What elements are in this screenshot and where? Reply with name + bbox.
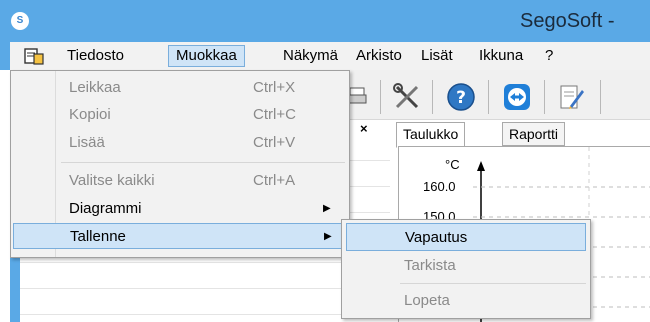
tab-taulukko[interactable]: Taulukko [396, 122, 466, 148]
help-icon[interactable]: ? [442, 80, 480, 114]
tools-icon[interactable] [388, 80, 426, 114]
menu-item-shortcut: Ctrl+V [253, 134, 296, 151]
document-help-icon[interactable] [24, 47, 44, 65]
menu-item-label: Lisää [69, 134, 105, 151]
menu-nakyma[interactable]: Näkymä [276, 45, 345, 67]
submenu-item-label: Tarkista [404, 257, 456, 274]
edit-document-icon[interactable] [552, 80, 590, 114]
menu-item-diagrammi[interactable]: Diagrammi ▶ [13, 196, 347, 222]
row-divider [20, 262, 390, 263]
menu-item-label: Leikkaa [69, 79, 121, 96]
menu-help[interactable]: ? [538, 45, 560, 67]
y-axis-unit: °C [445, 157, 460, 172]
menu-bar: Tiedosto Muokkaa Näkymä Arkisto Lisät Ik… [0, 42, 650, 70]
toolbar-separator [432, 80, 433, 114]
submenu-item-label: Lopeta [404, 292, 450, 309]
svg-text:?: ? [456, 88, 466, 108]
toolbar-separator [544, 80, 545, 114]
menu-separator [400, 283, 586, 284]
menu-muokkaa[interactable]: Muokkaa [168, 45, 245, 67]
close-pane-button[interactable]: × [360, 121, 368, 136]
toolbar-separator [380, 80, 381, 114]
menu-item-leikkaa[interactable]: Leikkaa Ctrl+X [13, 75, 347, 101]
submenu-item-vapautus[interactable]: Vapautus [346, 223, 586, 251]
y-axis-arrow [477, 161, 485, 171]
submenu-arrow-icon: ▶ [323, 203, 331, 214]
app-logo: S [11, 12, 29, 30]
menu-item-label: Valitse kaikki [69, 172, 155, 189]
remote-support-icon[interactable] [498, 80, 536, 114]
toolbar-separator [600, 80, 601, 114]
menu-item-lisaa[interactable]: Lisää Ctrl+V [13, 130, 347, 156]
submenu-item-label: Vapautus [405, 229, 468, 246]
menu-item-label: Diagrammi [69, 200, 142, 217]
menu-separator [61, 162, 345, 163]
row-divider [20, 288, 390, 289]
menu-tiedosto[interactable]: Tiedosto [60, 45, 131, 67]
menu-item-shortcut: Ctrl+X [253, 79, 296, 96]
submenu-arrow-icon: ▶ [324, 231, 332, 242]
submenu-item-tarkista[interactable]: Tarkista [346, 252, 586, 280]
window-title: SegoSoft - [520, 10, 615, 32]
edit-menu-dropdown: Leikkaa Ctrl+X Kopioi Ctrl+C Lisää Ctrl+… [10, 70, 350, 258]
menu-item-shortcut: Ctrl+A [253, 172, 296, 189]
menu-item-label: Tallenne [70, 228, 126, 245]
tab-raportti[interactable]: Raportti [502, 122, 566, 146]
menu-item-valitse-kaikki[interactable]: Valitse kaikki Ctrl+A [13, 168, 347, 194]
menu-item-tallenne[interactable]: Tallenne ▶ [13, 223, 347, 249]
menu-item-shortcut: Ctrl+C [253, 106, 296, 123]
toolbar-separator [488, 80, 489, 114]
menu-lisat[interactable]: Lisät [414, 45, 460, 67]
tallenne-submenu: Vapautus Tarkista Lopeta [341, 219, 591, 319]
menu-item-kopioi[interactable]: Kopioi Ctrl+C [13, 102, 347, 128]
menu-item-label: Kopioi [69, 106, 111, 123]
menu-ikkuna[interactable]: Ikkuna [472, 45, 530, 67]
y-tick-label: 160.0 [423, 179, 456, 194]
submenu-item-lopeta[interactable]: Lopeta [346, 287, 586, 315]
menu-arkisto[interactable]: Arkisto [349, 45, 409, 67]
title-bar: S SegoSoft - [0, 0, 650, 42]
row-divider [20, 314, 390, 315]
